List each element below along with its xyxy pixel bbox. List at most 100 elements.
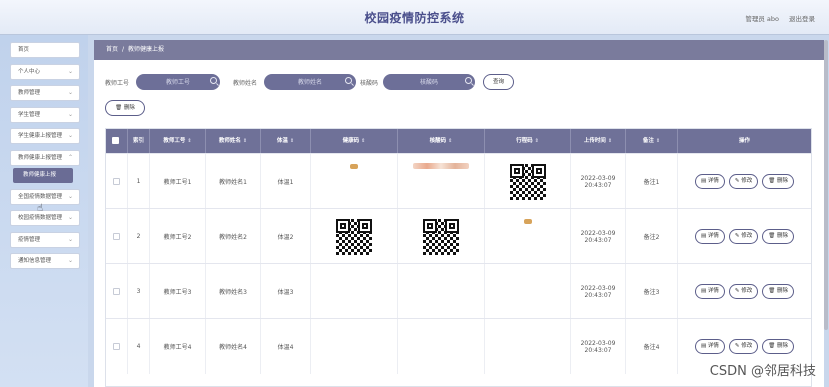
breadcrumb-current: 教师健康上报 [128, 46, 165, 53]
sidebar-subitem-teacher-health-report[interactable]: 教师健康上报 [13, 168, 73, 183]
edit-icon: ✎ [734, 288, 740, 294]
column-header[interactable]: 教师工号 ⇕ [150, 129, 206, 153]
nucleic-code-cell [398, 209, 485, 264]
sort-icon: ⇕ [448, 138, 453, 144]
sidebar-item-notices[interactable]: 通知信息管理 ⌄ [10, 253, 80, 269]
nucleic-code-cell [398, 154, 485, 209]
table-row: 2 教师工号2 教师姓名2 体温2 2022-03-09 20:43:07 备注2 ▤ 详情… [106, 208, 811, 264]
sidebar-item-campus-data[interactable]: 校园疫情数据管理 ⌄ [10, 210, 80, 226]
teacher-id-cell: 教师工号2 [150, 209, 206, 264]
watermark: CSDN @邻居科技 [709, 364, 816, 379]
teacher-id-cell: 教师工号4 [150, 319, 206, 374]
column-header[interactable]: 教师姓名 ⇕ [206, 129, 261, 153]
edit-button[interactable]: ✎ 修改 [728, 174, 759, 189]
teacher-name-cell: 教师姓名4 [206, 319, 261, 374]
delete-button[interactable]: 🗑 删除 [762, 284, 795, 299]
row-checkbox[interactable] [113, 233, 120, 240]
index-cell: 1 [128, 154, 150, 209]
column-header[interactable]: 备注 ⇕ [626, 129, 678, 153]
chevron-down-icon: ⌄ [67, 68, 73, 75]
sidebar-item-teacher-health[interactable]: 教师健康上报管理 ⌃ [10, 150, 80, 166]
teacher-name-input[interactable] [264, 74, 356, 90]
column-header[interactable]: 核酸码 ⇕ [398, 129, 485, 153]
nucleic-code-input[interactable] [383, 74, 475, 90]
row-checkbox[interactable] [113, 178, 120, 185]
row-checkbox[interactable] [113, 343, 120, 350]
sidebar-item-home[interactable]: 首页 [10, 42, 80, 58]
edit-button[interactable]: ✎ 修改 [728, 284, 759, 299]
column-header: 索引 [128, 129, 150, 153]
upload-time-cell: 2022-03-09 20:43:07 [571, 154, 626, 209]
note-cell: 备注4 [626, 319, 678, 374]
delete-button[interactable]: 🗑 删除 [762, 229, 795, 244]
trip-code-cell [485, 264, 571, 319]
sidebar-item-personal[interactable]: 个人中心 ⌄ [10, 64, 80, 80]
bulk-delete-button[interactable]: 🗑 删除 [105, 100, 145, 116]
index-cell: 3 [128, 264, 150, 319]
sort-icon: ⇕ [534, 138, 539, 144]
sidebar-item-student-health[interactable]: 学生健康上报管理 ⌄ [10, 128, 80, 144]
detail-button[interactable]: ▤ 详情 [694, 174, 725, 189]
upload-time-cell: 2022-03-09 20:43:07 [571, 209, 626, 264]
column-header[interactable]: 体温 ⇕ [261, 129, 311, 153]
temperature-cell: 体温3 [261, 264, 311, 319]
teacher-id-cell: 教师工号1 [150, 154, 206, 209]
health-code-cell [311, 209, 398, 264]
qr-code-image [507, 161, 548, 202]
teacher-id-input[interactable] [136, 74, 220, 90]
chevron-down-icon: ⌄ [67, 236, 73, 243]
column-header: 操作 [738, 138, 750, 144]
breadcrumb: 首页 / 教师健康上报 [94, 40, 824, 60]
code-thumbnail [523, 219, 532, 224]
index-cell: 4 [128, 319, 150, 374]
column-header[interactable]: 健康码 ⇕ [311, 129, 398, 153]
logout-link[interactable]: 退出登录 [789, 13, 815, 23]
current-user[interactable]: 管理员 abo [745, 13, 779, 23]
detail-button[interactable]: ▤ 详情 [694, 339, 725, 354]
sort-icon: ⇕ [242, 138, 248, 144]
table-header: 索引 教师工号 ⇕ 教师姓名 ⇕ 体温 ⇕ 健康码 ⇕ 核酸码 ⇕ 行程码 ⇕ 上传时间 ⇕ … [106, 129, 811, 153]
delete-button[interactable]: 🗑 删除 [762, 174, 795, 189]
detail-button[interactable]: ▤ 详情 [694, 284, 725, 299]
chevron-down-icon: ⌄ [67, 111, 73, 118]
sidebar-item-students[interactable]: 学生管理 ⌄ [10, 107, 80, 123]
teacher-name-cell: 教师姓名3 [206, 264, 261, 319]
note-cell: 备注2 [626, 209, 678, 264]
teacher-name-label: 教师姓名 [233, 80, 258, 87]
table-row: 4 教师工号4 教师姓名4 体温4 2022-03-09 20:43:07 备注4 ▤ 详情… [106, 318, 811, 374]
mouse-cursor-icon: ☝ [37, 203, 44, 214]
code-thumbnail [413, 162, 469, 169]
sidebar-item-epidemic[interactable]: 疫情管理 ⌄ [10, 232, 80, 248]
vertical-scrollbar[interactable] [824, 40, 828, 330]
actions-cell: ▤ 详情 ✎ 修改 🗑 删除 [678, 209, 811, 264]
chevron-down-icon: ⌄ [67, 193, 73, 200]
qr-code-image [334, 216, 374, 257]
chevron-down-icon: ⌄ [67, 89, 73, 96]
row-checkbox[interactable] [113, 288, 120, 295]
chevron-down-icon: ⌄ [67, 214, 73, 221]
select-all-checkbox[interactable] [112, 137, 119, 144]
edit-button[interactable]: ✎ 修改 [728, 339, 759, 354]
trash-icon: 🗑 [768, 178, 776, 184]
column-header[interactable]: 上传时间 ⇕ [571, 129, 626, 153]
chevron-down-icon: ⌄ [67, 132, 73, 139]
query-button[interactable]: 查询 [483, 74, 514, 90]
app-title: 校园疫情防控系统 [364, 11, 465, 25]
trash-icon: 🗑 [768, 233, 776, 239]
data-table: 索引 教师工号 ⇕ 教师姓名 ⇕ 体温 ⇕ 健康码 ⇕ 核酸码 ⇕ 行程码 ⇕ 上传时间 ⇕ … [105, 128, 812, 387]
breadcrumb-home[interactable]: 首页 [106, 46, 118, 53]
trip-code-cell [485, 209, 571, 264]
teacher-id-cell: 教师工号3 [150, 264, 206, 319]
checkbox-cell [106, 319, 128, 374]
column-header[interactable]: 行程码 ⇕ [485, 129, 571, 153]
sidebar-item-national-data[interactable]: 全国疫情数据管理 ⌄ [10, 189, 80, 205]
select-all-cell [106, 129, 128, 153]
actions-cell: ▤ 详情 ✎ 修改 🗑 删除 [678, 154, 811, 209]
delete-button[interactable]: 🗑 删除 [762, 339, 795, 354]
nucleic-code-cell [398, 319, 485, 374]
sort-icon: ⇕ [607, 138, 613, 144]
detail-button[interactable]: ▤ 详情 [694, 229, 725, 244]
trip-code-cell [485, 154, 571, 209]
sidebar-item-teachers[interactable]: 教师管理 ⌄ [10, 85, 80, 101]
edit-button[interactable]: ✎ 修改 [728, 229, 759, 244]
